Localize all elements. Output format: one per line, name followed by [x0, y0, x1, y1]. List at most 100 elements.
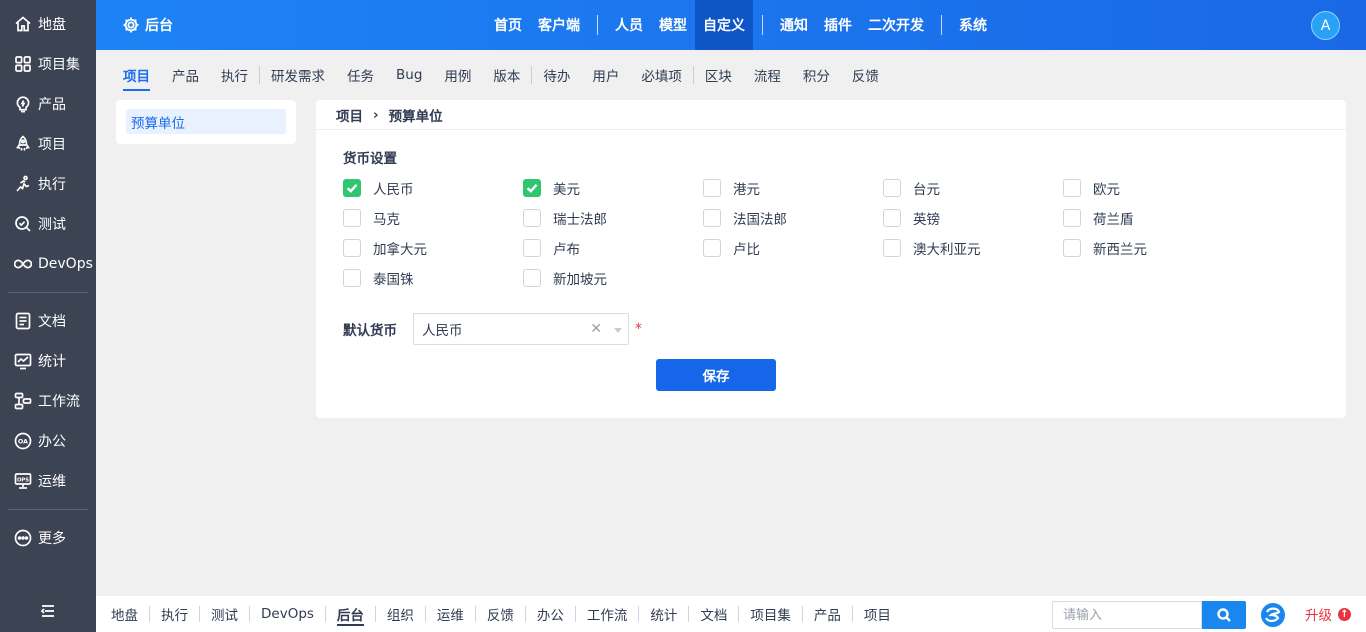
admin-brand[interactable]: 后台: [122, 0, 173, 50]
tab-item[interactable]: 版本: [482, 50, 531, 100]
top-nav-item[interactable]: 人员: [607, 0, 651, 50]
sidebar-item-doc[interactable]: 文档: [0, 301, 96, 341]
checkbox-empty-icon[interactable]: [523, 209, 541, 227]
checkbox-empty-icon[interactable]: [703, 239, 721, 257]
tree-item-budget-unit[interactable]: 预算单位: [126, 109, 286, 134]
currency-checkbox[interactable]: 荷兰盾: [1063, 203, 1243, 233]
currency-checkbox[interactable]: 澳大利亚元: [883, 233, 1063, 263]
currency-checkbox[interactable]: 瑞士法郎: [523, 203, 703, 233]
top-nav-item[interactable]: 插件: [816, 0, 860, 50]
top-nav-item[interactable]: 客户端: [530, 0, 588, 50]
tab-item[interactable]: 产品: [161, 50, 210, 100]
checkbox-empty-icon[interactable]: [523, 269, 541, 287]
tab-item[interactable]: Bug: [385, 50, 433, 100]
top-nav-item[interactable]: 二次开发: [860, 0, 932, 50]
tab-item[interactable]: 待办: [532, 50, 581, 100]
bottom-nav-item[interactable]: 地盘: [100, 596, 149, 632]
bottom-nav-item[interactable]: 运维: [426, 596, 475, 632]
bottom-nav-item[interactable]: 组织: [376, 596, 425, 632]
top-nav-item[interactable]: 首页: [486, 0, 530, 50]
currency-checkbox[interactable]: 卢比: [703, 233, 883, 263]
checkbox-empty-icon[interactable]: [703, 179, 721, 197]
checkbox-empty-icon[interactable]: [1063, 209, 1081, 227]
top-nav-item[interactable]: 通知: [772, 0, 816, 50]
tab-item[interactable]: 研发需求: [260, 50, 336, 100]
bottom-nav-item[interactable]: 文档: [689, 596, 738, 632]
currency-checkbox[interactable]: 泰国铢: [343, 263, 523, 293]
checkbox-empty-icon[interactable]: [883, 239, 901, 257]
currency-checkbox[interactable]: 新西兰元: [1063, 233, 1243, 263]
sidebar-item-bulb[interactable]: 产品: [0, 84, 96, 124]
tab-item[interactable]: 任务: [336, 50, 385, 100]
sidebar-item-oa[interactable]: OA 办公: [0, 421, 96, 461]
tab-item[interactable]: 反馈: [841, 50, 890, 100]
bottom-nav-item[interactable]: 测试: [200, 596, 249, 632]
menu-collapse-button[interactable]: [0, 594, 96, 632]
checkbox-checked-icon[interactable]: [523, 179, 541, 197]
checkbox-checked-icon[interactable]: [343, 179, 361, 197]
top-nav-item[interactable]: 模型: [651, 0, 695, 50]
chevron-right-icon: ›: [373, 106, 379, 123]
bottom-nav-item[interactable]: 后台: [326, 596, 375, 632]
default-currency-select[interactable]: 人民币 ✕: [413, 313, 629, 345]
currency-checkbox[interactable]: 台元: [883, 173, 1063, 203]
bottom-nav-item[interactable]: 项目集: [739, 596, 802, 632]
sidebar-item-chart[interactable]: 统计: [0, 341, 96, 381]
top-nav-item[interactable]: 自定义: [695, 0, 753, 50]
sidebar-item-ops[interactable]: OPS 运维: [0, 461, 96, 501]
sidebar-item-more[interactable]: 更多: [0, 518, 96, 558]
bottom-nav-item[interactable]: DevOps: [250, 596, 325, 632]
sidebar-item-rocket[interactable]: 项目: [0, 124, 96, 164]
checkbox-empty-icon[interactable]: [883, 179, 901, 197]
bottom-nav-item[interactable]: 反馈: [476, 596, 525, 632]
checkbox-empty-icon[interactable]: [343, 239, 361, 257]
bottom-nav-item[interactable]: 执行: [150, 596, 199, 632]
currency-checkbox[interactable]: 卢布: [523, 233, 703, 263]
tab-item[interactable]: 用例: [433, 50, 482, 100]
avatar[interactable]: A: [1311, 11, 1340, 40]
upgrade-link[interactable]: 升级 ↑: [1305, 596, 1351, 632]
checkbox-empty-icon[interactable]: [703, 209, 721, 227]
checkbox-empty-icon[interactable]: [1063, 239, 1081, 257]
sidebar-item-test[interactable]: 测试: [0, 204, 96, 244]
tab-item[interactable]: 执行: [210, 50, 259, 100]
top-nav-item[interactable]: 系统: [951, 0, 995, 50]
checkbox-empty-icon[interactable]: [1063, 179, 1081, 197]
bottom-nav-item[interactable]: 办公: [526, 596, 575, 632]
currency-checkbox[interactable]: 新加坡元: [523, 263, 703, 293]
save-button[interactable]: 保存: [656, 359, 776, 391]
search-input[interactable]: [1052, 601, 1202, 629]
tab-item[interactable]: 区块: [694, 50, 743, 100]
currency-checkbox[interactable]: 人民币: [343, 173, 523, 203]
sidebar-item-home[interactable]: 地盘: [0, 4, 96, 44]
tab-item[interactable]: 必填项: [630, 50, 693, 100]
bottom-nav-item[interactable]: 统计: [639, 596, 688, 632]
currency-checkbox[interactable]: 欧元: [1063, 173, 1243, 203]
zentao-logo-icon[interactable]: [1260, 602, 1286, 628]
checkbox-empty-icon[interactable]: [883, 209, 901, 227]
checkbox-empty-icon[interactable]: [523, 239, 541, 257]
currency-checkbox[interactable]: 美元: [523, 173, 703, 203]
breadcrumb-item[interactable]: 项目: [336, 105, 363, 125]
tab-item[interactable]: 流程: [743, 50, 792, 100]
currency-checkbox[interactable]: 加拿大元: [343, 233, 523, 263]
tab-item[interactable]: 积分: [792, 50, 841, 100]
sidebar-item-run[interactable]: 执行: [0, 164, 96, 204]
chevron-down-icon[interactable]: [614, 328, 622, 333]
tab-item[interactable]: 项目: [112, 50, 161, 100]
currency-checkbox[interactable]: 港元: [703, 173, 883, 203]
currency-checkbox[interactable]: 英镑: [883, 203, 1063, 233]
search-button[interactable]: [1202, 601, 1246, 629]
checkbox-empty-icon[interactable]: [343, 209, 361, 227]
bottom-nav-item[interactable]: 产品: [803, 596, 852, 632]
tab-item[interactable]: 用户: [581, 50, 630, 100]
currency-checkbox[interactable]: 马克: [343, 203, 523, 233]
clear-icon[interactable]: ✕: [590, 321, 602, 337]
bottom-nav-item[interactable]: 项目: [853, 596, 902, 632]
checkbox-empty-icon[interactable]: [343, 269, 361, 287]
sidebar-item-infinity[interactable]: DevOps: [0, 244, 96, 284]
sidebar-item-grid[interactable]: 项目集: [0, 44, 96, 84]
sidebar-item-workflow[interactable]: 工作流: [0, 381, 96, 421]
bottom-nav-item[interactable]: 工作流: [576, 596, 639, 632]
currency-checkbox[interactable]: 法国法郎: [703, 203, 883, 233]
